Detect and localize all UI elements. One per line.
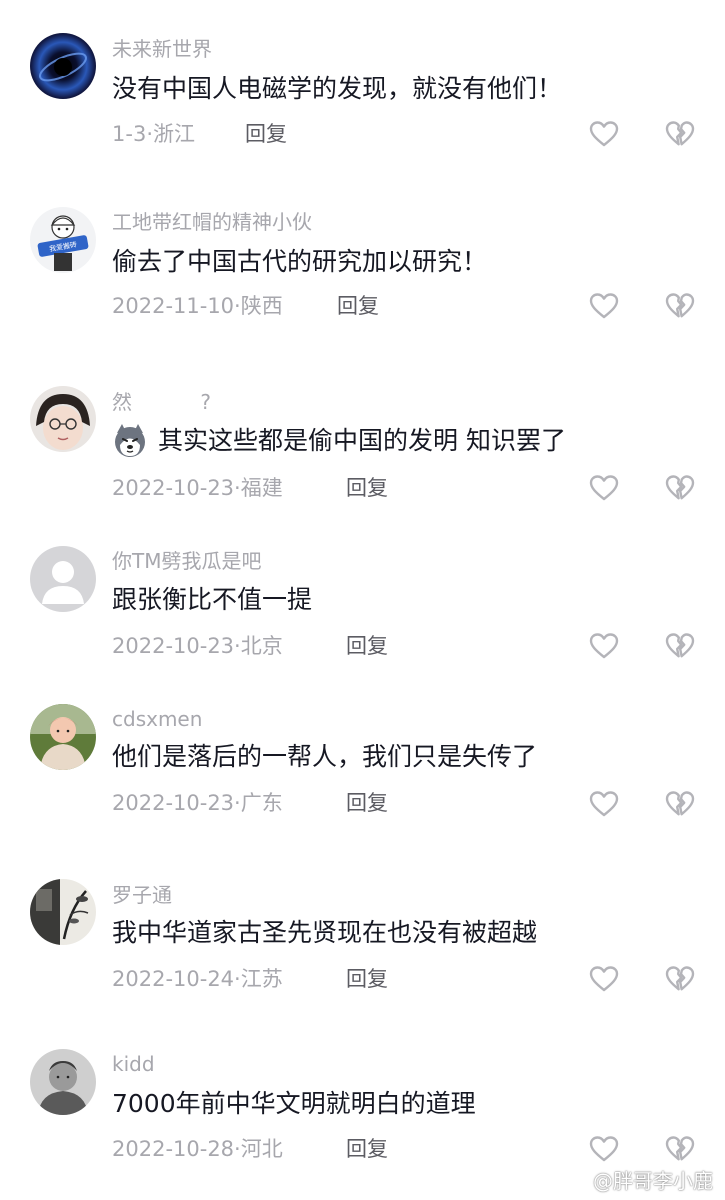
comment-date: 2022-10-28	[112, 1137, 235, 1161]
comment-username[interactable]: kidd	[112, 1052, 155, 1076]
reply-button[interactable]: 回复	[346, 1136, 388, 1162]
heart-outline-icon[interactable]	[589, 1135, 619, 1163]
comment-meta: 2022-10-28·河北	[112, 1136, 283, 1162]
meta-separator: ·	[234, 1137, 241, 1161]
weibo-icon	[563, 1170, 588, 1190]
watermark-text: @胖哥李小鹿	[593, 1169, 713, 1193]
comment-location: 河北	[240, 1137, 283, 1161]
comment-text-body: 7000年前中华文明就明白的道理	[112, 1089, 476, 1118]
watermark: @胖哥李小鹿	[563, 1165, 713, 1194]
grayscale-man-avatar[interactable]	[30, 1049, 96, 1115]
comment-text: 7000年前中华文明就明白的道理	[112, 1088, 476, 1120]
broken-heart-outline-icon[interactable]	[665, 1135, 695, 1163]
comment-item: kidd 7000年前中华文明就明白的道理 2022-10-28·河北 回复	[0, 0, 725, 1180]
